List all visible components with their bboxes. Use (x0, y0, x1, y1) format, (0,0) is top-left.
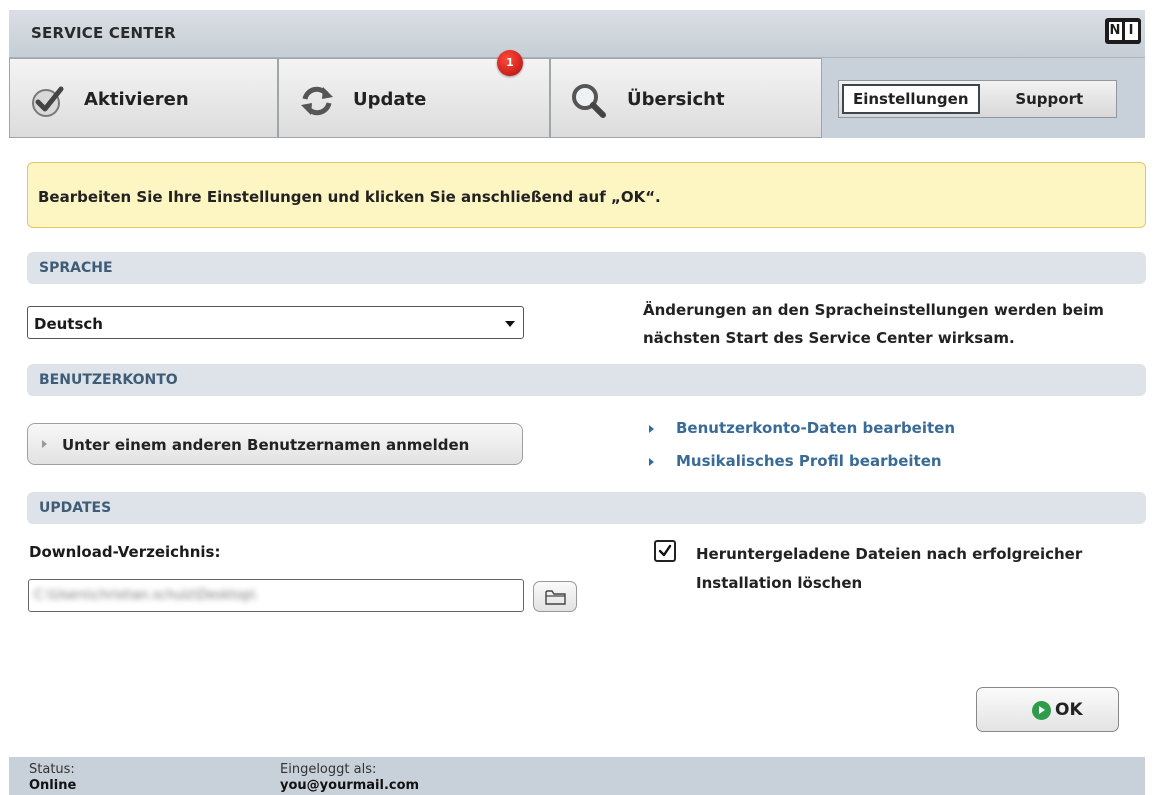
title-bar: SERVICE CENTER N I (9, 10, 1145, 58)
section-title-language: SPRACHE (39, 260, 113, 276)
delete-after-install-label: Heruntergeladene Dateien nach erfolgreic… (696, 540, 1116, 598)
tab-update-label: Update (353, 89, 427, 110)
checkmark-icon (658, 544, 672, 557)
edit-account-link-text: Benutzerkonto-Daten bearbeiten (676, 419, 956, 437)
settings-button[interactable]: Einstellungen (842, 84, 980, 114)
status-caption: Status: (29, 762, 75, 777)
tab-bar: Aktivieren Update Übersicht Einstellunge… (9, 58, 1145, 138)
link-arrow-icon (649, 458, 654, 466)
app-title: SERVICE CENTER (31, 24, 176, 42)
logged-in-value: you@yourmail.com (280, 778, 420, 793)
tab-activate[interactable]: Aktivieren (9, 58, 278, 138)
switch-user-button[interactable]: Unter einem anderen Benutzernamen anmeld… (27, 423, 523, 465)
browse-folder-button[interactable] (533, 581, 577, 612)
tab-overview[interactable]: Übersicht (550, 58, 822, 138)
magnifier-icon (572, 84, 606, 118)
edit-account-link[interactable]: Benutzerkonto-Daten bearbeiten (649, 419, 956, 437)
language-note: Änderungen an den Spracheinstellungen we… (643, 296, 1138, 352)
section-header-updates: UPDATES (27, 492, 1146, 524)
tab-overview-label: Übersicht (627, 89, 725, 110)
language-note-line2: nächsten Start des Service Center wirksa… (643, 329, 1015, 347)
tab-activate-label: Aktivieren (84, 89, 189, 110)
info-message-text: Bearbeiten Sie Ihre Einstellungen und kl… (38, 188, 661, 206)
ni-logo: N I (1105, 18, 1141, 44)
status-bar: Status: Online Eingeloggt als: you@yourm… (9, 757, 1145, 795)
ok-button-label: OK (1055, 700, 1083, 720)
logged-in-caption: Eingeloggt als: (280, 762, 377, 777)
section-title-updates: UPDATES (39, 500, 112, 516)
download-directory-label: Download-Verzeichnis: (29, 543, 221, 561)
section-header-account: BENUTZERKONTO (27, 364, 1146, 396)
update-count-badge: 1 (497, 50, 523, 76)
ni-logo-letter-i: I (1124, 22, 1138, 40)
support-button[interactable]: Support (983, 81, 1117, 117)
info-message: Bearbeiten Sie Ihre Einstellungen und kl… (27, 162, 1146, 228)
chevron-down-icon (505, 321, 515, 327)
download-directory-field[interactable]: C:\Users\christian.schulz\Desktop\ (28, 579, 524, 612)
ok-button[interactable]: OK (976, 687, 1119, 732)
refresh-icon (301, 86, 333, 116)
language-select[interactable]: Deutsch (27, 306, 524, 339)
edit-music-profile-link-text: Musikalisches Profil bearbeiten (676, 452, 942, 470)
ni-logo-letter-n: N (1108, 22, 1122, 40)
expand-triangle-icon (42, 440, 47, 448)
language-select-value: Deutsch (34, 315, 103, 333)
checkmark-icon (32, 86, 64, 117)
section-title-account: BENUTZERKONTO (39, 372, 178, 388)
language-note-line1: Änderungen an den Spracheinstellungen we… (643, 301, 1104, 319)
switch-user-label: Unter einem anderen Benutzernamen anmeld… (62, 436, 470, 454)
status-value: Online (29, 778, 77, 793)
settings-support-toggle: Einstellungen Support (838, 80, 1117, 118)
delete-after-install-line1: Heruntergeladene Dateien nach erfolgreic… (696, 545, 1083, 563)
delete-after-install-checkbox[interactable] (654, 540, 676, 562)
download-directory-value: C:\Users\christian.schulz\Desktop\ (34, 588, 256, 603)
edit-music-profile-link[interactable]: Musikalisches Profil bearbeiten (649, 452, 942, 470)
folder-icon (545, 590, 566, 605)
section-header-language: SPRACHE (27, 252, 1146, 284)
play-arrow-icon (1032, 701, 1051, 720)
link-arrow-icon (649, 425, 654, 433)
delete-after-install-line2: Installation löschen (696, 574, 863, 592)
